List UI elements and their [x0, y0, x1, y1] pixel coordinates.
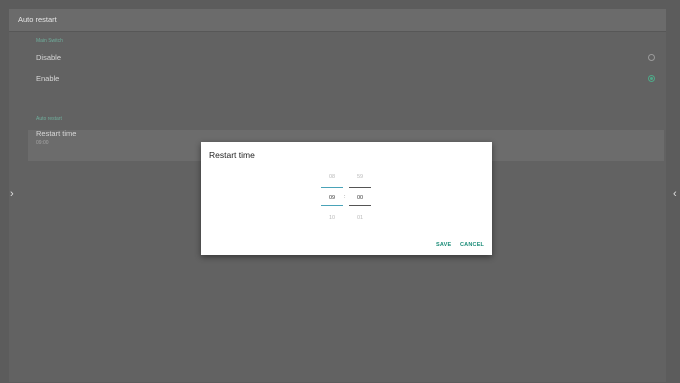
minute-current[interactable]: 00: [349, 195, 371, 201]
chevron-right-icon[interactable]: ›: [10, 188, 14, 200]
minute-prev[interactable]: 59: [349, 174, 371, 180]
restart-time-value: 09:00: [36, 140, 49, 146]
page-title: Auto restart: [18, 15, 57, 24]
dialog-title: Restart time: [209, 150, 255, 160]
disable-radio[interactable]: [648, 54, 655, 61]
cancel-button[interactable]: CANCEL: [460, 242, 484, 248]
restart-time-label: Restart time: [36, 129, 77, 138]
minute-picker-bottom-line: [349, 205, 371, 206]
option-disable-label[interactable]: Disable: [36, 53, 61, 62]
main-switch-section-label: Main Switch: [36, 38, 63, 44]
minute-picker-top-line: [349, 187, 371, 188]
hour-current[interactable]: 09: [321, 195, 343, 201]
minute-next[interactable]: 01: [349, 215, 371, 221]
hour-prev[interactable]: 08: [321, 174, 343, 180]
chevron-left-icon[interactable]: ‹: [673, 188, 677, 200]
save-button[interactable]: SAVE: [436, 242, 451, 248]
hour-next[interactable]: 10: [321, 215, 343, 221]
auto-restart-section-label: Auto restart: [36, 116, 62, 122]
time-separator: :: [344, 194, 346, 200]
hour-picker-bottom-line: [321, 205, 343, 206]
hour-picker-top-line: [321, 187, 343, 188]
title-bar: Auto restart: [9, 9, 666, 32]
enable-radio[interactable]: [648, 75, 655, 82]
option-enable-label[interactable]: Enable: [36, 74, 59, 83]
restart-time-dialog: Restart time 08 59 09 : 00 10 01 SAVE CA…: [201, 142, 492, 255]
